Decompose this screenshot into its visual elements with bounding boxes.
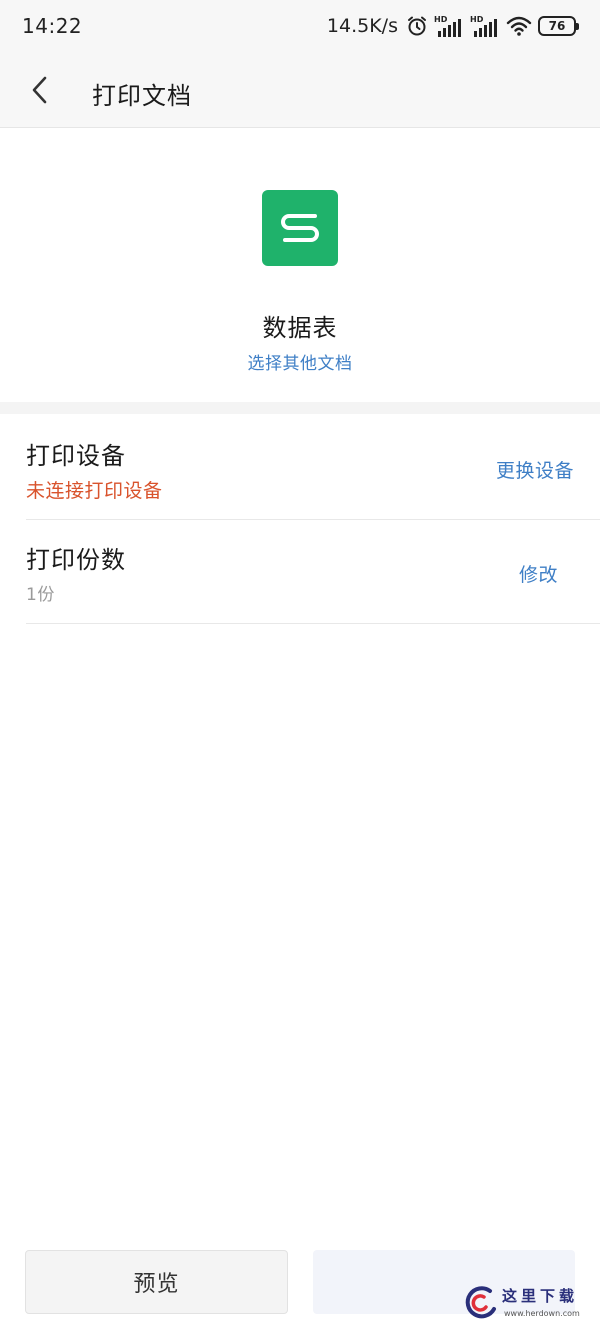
section-divider: [0, 402, 600, 414]
print-device-status: 未连接打印设备: [26, 480, 163, 502]
battery-icon: 76: [538, 16, 579, 36]
hd-signal-icon: HD: [434, 15, 461, 37]
print-copies-value: 1份: [26, 585, 55, 605]
preview-button[interactable]: 预览: [25, 1250, 288, 1314]
wifi-icon: [506, 16, 532, 36]
wps-spreadsheet-icon: [262, 190, 338, 266]
page-title: 打印文档: [92, 82, 192, 110]
choose-other-document-link[interactable]: 选择其他文档: [0, 349, 600, 374]
watermark-url: www.herdown.com: [504, 1309, 580, 1318]
print-copies-row: 打印份数 1份 修改: [0, 520, 600, 624]
s-letter-glyph: [281, 214, 319, 242]
svg-text:HD: HD: [434, 15, 448, 24]
watermark-swirl-icon: [465, 1286, 496, 1319]
document-card: 数据表 选择其他文档: [0, 128, 600, 402]
back-button[interactable]: [18, 68, 62, 112]
alarm-icon: [408, 16, 426, 36]
status-bar: 14:22 14.5K/s HD HD 76: [0, 0, 600, 54]
print-device-title: 打印设备: [26, 442, 126, 470]
chevron-left-icon: [32, 76, 47, 104]
row-divider: [26, 623, 600, 624]
network-speed: 14.5K/s: [326, 15, 398, 37]
status-time: 14:22: [22, 14, 83, 38]
svg-text:HD: HD: [470, 15, 484, 24]
watermark-text: 这里下载: [502, 1287, 579, 1305]
change-device-button[interactable]: 更换设备: [496, 456, 574, 483]
hd-signal-icon: HD: [470, 15, 497, 37]
watermark-logo: 这里下载 www.herdown.com: [460, 1281, 592, 1327]
document-name: 数据表: [262, 314, 338, 342]
print-document-screen: 14:22 14.5K/s HD HD 76 打印文档 数据表 选择其他文档 打…: [0, 0, 600, 1333]
app-header: 打印文档: [0, 54, 600, 128]
print-copies-title: 打印份数: [26, 546, 126, 574]
print-device-row: 打印设备 未连接打印设备 更换设备: [0, 416, 600, 520]
battery-level: 76: [548, 19, 566, 33]
status-icons: 14.5K/s HD HD 76: [326, 12, 579, 40]
edit-copies-button[interactable]: 修改: [519, 560, 558, 587]
